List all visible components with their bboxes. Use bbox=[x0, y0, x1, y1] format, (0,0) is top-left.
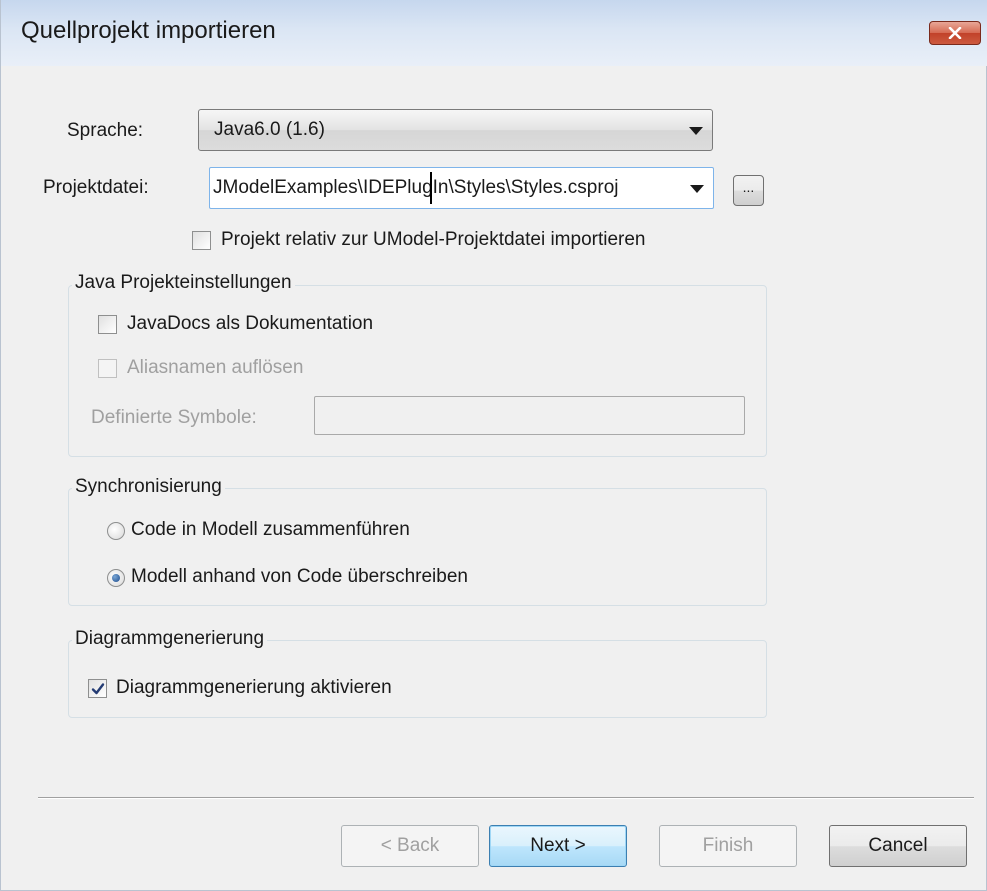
javadocs-label: JavaDocs als Dokumentation bbox=[127, 313, 374, 334]
close-button[interactable] bbox=[929, 21, 981, 45]
import-source-project-dialog: Quellprojekt importieren Sprache: Java6.… bbox=[0, 0, 987, 891]
chevron-down-icon bbox=[689, 127, 703, 135]
enable-diagram-label: Diagrammgenerierung aktivieren bbox=[116, 677, 392, 698]
chevron-down-icon[interactable] bbox=[690, 185, 704, 193]
language-select-value: Java6.0 (1.6) bbox=[214, 119, 325, 140]
javadocs-checkbox[interactable] bbox=[98, 315, 117, 334]
merge-code-label: Code in Modell zusammenführen bbox=[131, 519, 410, 540]
synchronization-group bbox=[68, 488, 767, 606]
cancel-button[interactable]: Cancel bbox=[829, 825, 967, 867]
title-bar[interactable]: Quellprojekt importieren bbox=[1, 0, 987, 66]
finish-button[interactable]: Finish bbox=[659, 825, 797, 867]
resolve-aliases-label: Aliasnamen auflösen bbox=[127, 357, 304, 378]
back-button[interactable]: < Back bbox=[341, 825, 479, 867]
language-select[interactable]: Java6.0 (1.6) bbox=[198, 109, 713, 151]
overwrite-model-radio[interactable] bbox=[107, 569, 125, 587]
project-file-label: Projektdatei: bbox=[43, 177, 149, 198]
resolve-aliases-checkbox[interactable] bbox=[98, 359, 117, 378]
relative-import-label: Projekt relativ zur UModel-Projektdatei … bbox=[221, 229, 646, 250]
browse-button[interactable]: ... bbox=[733, 175, 764, 206]
dialog-title: Quellprojekt importieren bbox=[21, 17, 276, 44]
close-icon bbox=[948, 27, 962, 39]
text-caret bbox=[430, 172, 432, 204]
radio-selected-indicator bbox=[112, 574, 120, 582]
diagram-generation-title: Diagrammgenerierung bbox=[72, 628, 268, 650]
overwrite-model-label: Modell anhand von Code überschreiben bbox=[131, 566, 468, 587]
next-button[interactable]: Next > bbox=[489, 825, 627, 867]
footer-separator bbox=[38, 797, 974, 799]
java-settings-title: Java Projekteinstellungen bbox=[72, 272, 295, 294]
language-label: Sprache: bbox=[67, 120, 144, 141]
enable-diagram-checkbox[interactable] bbox=[88, 679, 107, 698]
checkmark-icon bbox=[91, 683, 105, 695]
defined-symbols-label: Definierte Symbole: bbox=[91, 407, 257, 428]
project-file-value: JModelExamples\IDEPlugIn\Styles\Styles.c… bbox=[213, 177, 619, 198]
project-file-combo[interactable]: JModelExamples\IDEPlugIn\Styles\Styles.c… bbox=[209, 167, 714, 209]
defined-symbols-input[interactable] bbox=[314, 396, 745, 435]
synchronization-title: Synchronisierung bbox=[72, 476, 225, 498]
relative-import-checkbox[interactable] bbox=[192, 231, 211, 250]
merge-code-radio[interactable] bbox=[107, 522, 125, 540]
